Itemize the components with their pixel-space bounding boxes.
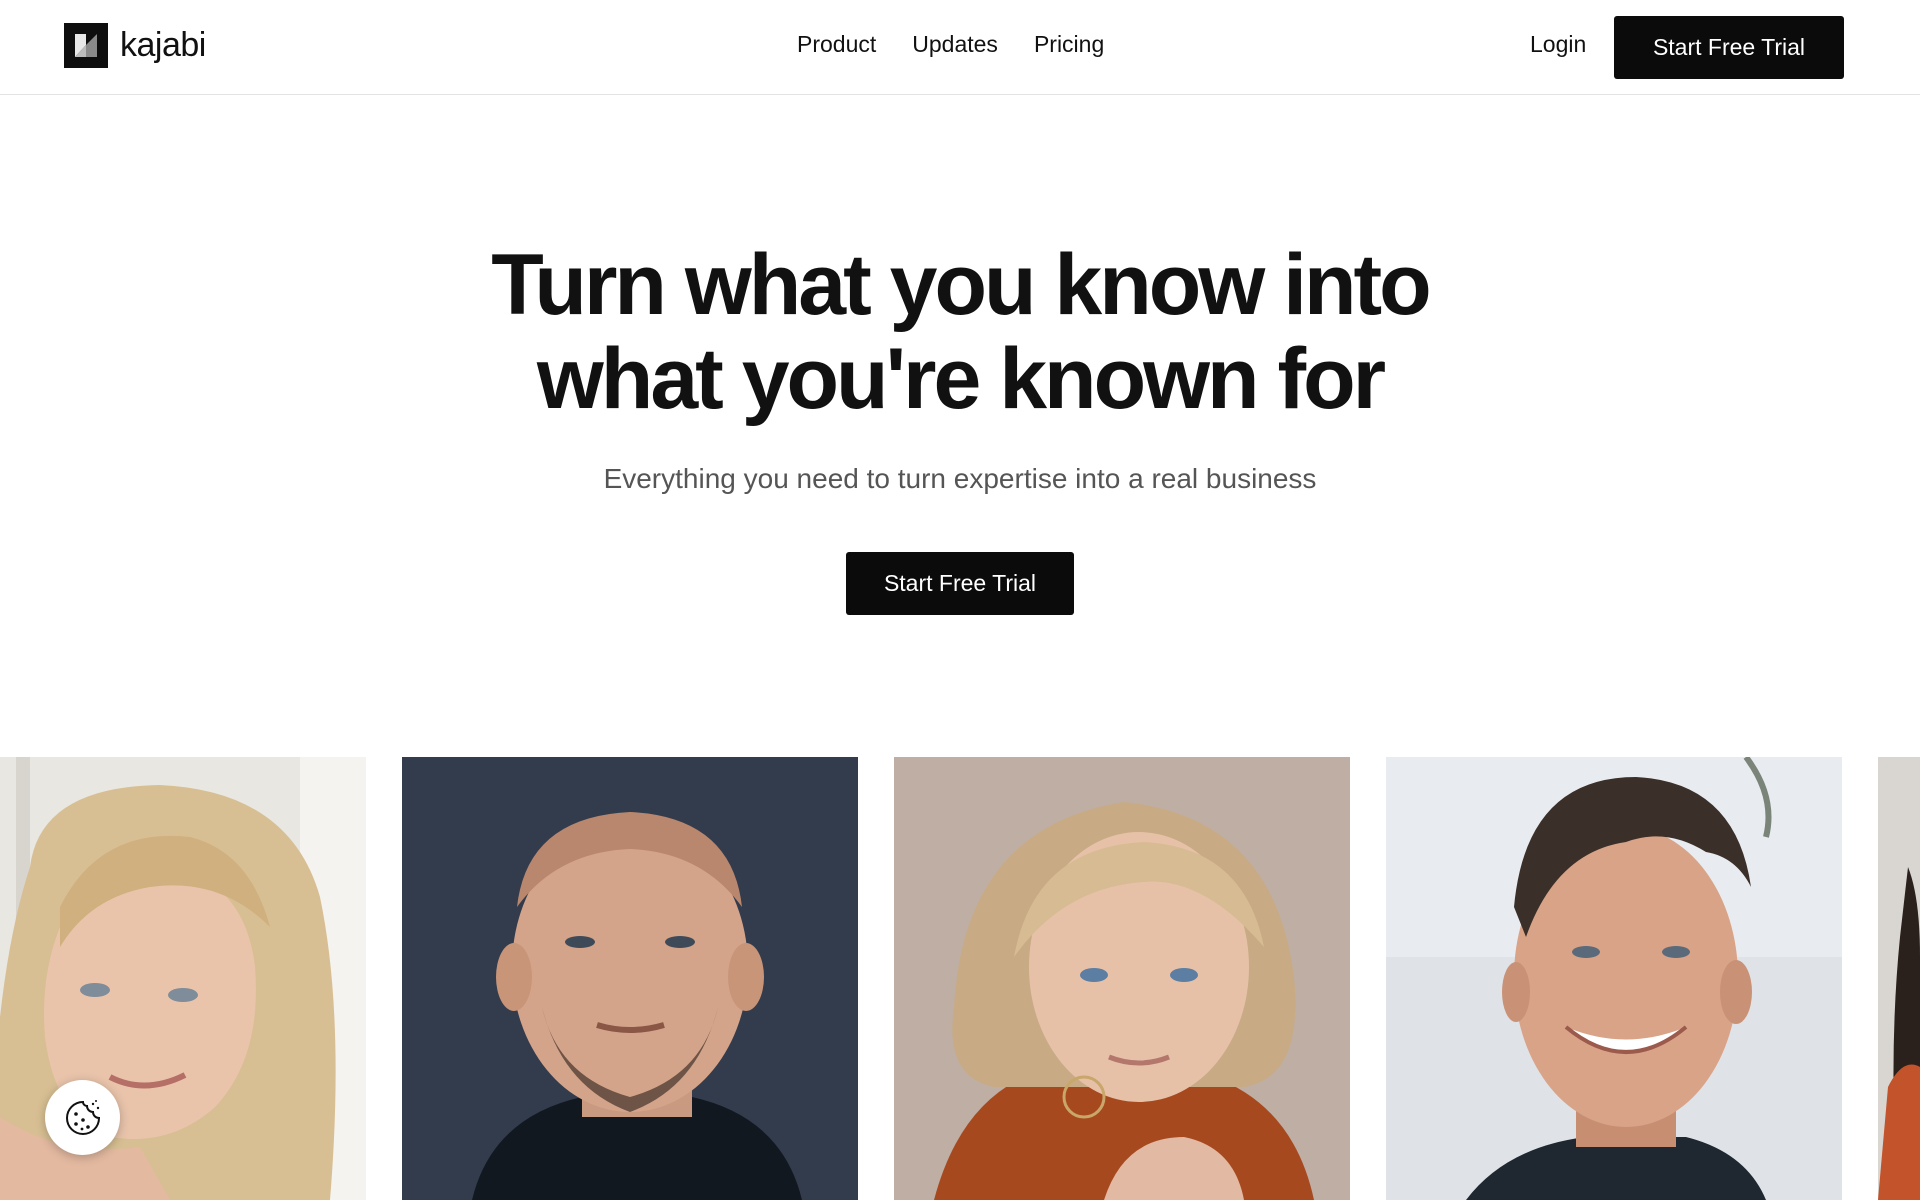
nav-item-updates[interactable]: Updates xyxy=(912,31,998,58)
main-nav: Product Updates Pricing xyxy=(797,31,1104,58)
cookie-icon xyxy=(65,1099,100,1135)
login-link[interactable]: Login xyxy=(1530,31,1586,58)
site-header: kajabi Product Updates Pricing Login Sta… xyxy=(0,0,1920,95)
hero-title-line-2: what you're known for xyxy=(536,331,1386,427)
cookie-settings-button[interactable] xyxy=(45,1080,120,1155)
creator-photo-4 xyxy=(1386,757,1842,1200)
hero-start-free-trial-button[interactable]: Start Free Trial xyxy=(846,552,1074,615)
hero-title: Turn what you know into what you're know… xyxy=(0,238,1920,426)
logo-wordmark: kajabi xyxy=(120,26,206,64)
creator-photo-3 xyxy=(894,757,1350,1200)
hero-title-line-1: Turn what you know into xyxy=(491,237,1431,333)
kajabi-logo[interactable]: kajabi xyxy=(64,23,206,68)
nav-item-product[interactable]: Product xyxy=(797,31,876,58)
hero-subtitle: Everything you need to turn expertise in… xyxy=(603,463,1317,494)
creator-photo-2 xyxy=(402,757,858,1200)
creator-photo-5 xyxy=(1878,757,1920,1200)
header-start-free-trial-button[interactable]: Start Free Trial xyxy=(1614,16,1844,79)
kajabi-logo-icon xyxy=(64,23,108,68)
nav-item-pricing[interactable]: Pricing xyxy=(1034,31,1104,58)
